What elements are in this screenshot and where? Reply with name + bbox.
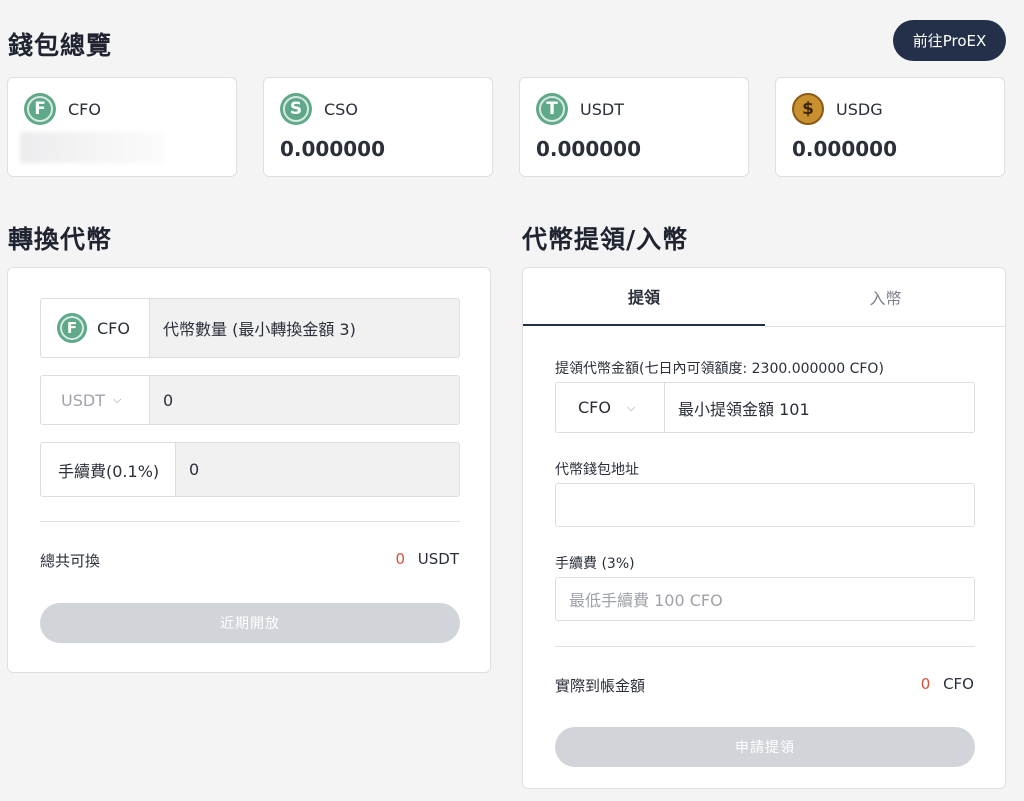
coin-balance-redacted [20, 132, 164, 163]
actual-unit: CFO [943, 675, 974, 693]
withdraw-fee-label: 手續費 (3%) [555, 556, 635, 572]
to-coin-label: USDT [61, 390, 105, 410]
cso-coin-icon: S [280, 93, 312, 125]
convert-panel: F CFO 代幣數量 (最小轉換金額 3) USDT ⌵ 0 手續費(0.1%)… [7, 267, 491, 673]
tab-withdraw[interactable]: 提領 [523, 268, 765, 326]
from-coin-label: CFO [97, 318, 130, 338]
fee-label: 手續費(0.1%) [41, 443, 176, 496]
withdraw-amount-input[interactable]: 最小提領金額 101 [665, 383, 974, 432]
tab-deposit[interactable]: 入幣 [765, 268, 1006, 326]
total-label: 總共可換 [40, 552, 101, 570]
convert-target-value: 0 [163, 390, 174, 410]
withdraw-panel: 提領 入幣 提領代幣金額(七日內可領額度: 2300.000000 CFO) C… [522, 267, 1006, 789]
withdraw-coin-select[interactable]: CFO ⌵ [556, 383, 665, 432]
chevron-down-icon: ⌵ [112, 393, 122, 406]
tab-divider [765, 326, 1006, 327]
from-coin: F CFO [41, 299, 150, 357]
convert-target-field: USDT ⌵ 0 [40, 375, 460, 425]
withdraw-title: 代幣提領/入幣 [522, 225, 689, 254]
convert-fee-value: 0 [189, 460, 200, 479]
usdg-coin-icon: $ [792, 93, 824, 125]
apply-withdraw-button[interactable]: 申請提領 [555, 727, 975, 767]
cfo-coin-icon: F [57, 313, 87, 343]
convert-amount-field: F CFO 代幣數量 (最小轉換金額 3) [40, 298, 460, 358]
convert-fee-field: 手續費(0.1%) 0 [40, 442, 460, 497]
cfo-coin-icon: F [24, 93, 56, 125]
withdraw-amount-field: CFO ⌵ 最小提領金額 101 [555, 382, 975, 433]
total-amount: 0 USDT [395, 550, 459, 568]
withdraw-amount-label: 提領代幣金額(七日內可領額度: 2300.000000 CFO) [555, 361, 884, 377]
wallet-title: 錢包總覽 [8, 31, 113, 60]
usdt-coin-icon: T [536, 93, 568, 125]
convert-amount-input[interactable]: 代幣數量 (最小轉換金額 3) [150, 299, 459, 357]
wallet-address-label: 代幣錢包地址 [555, 462, 639, 478]
divider [555, 646, 975, 647]
go-to-proex-button[interactable]: 前往ProEX [893, 20, 1006, 61]
coin-card-cso: S CSO 0.000000 [263, 77, 493, 177]
coin-name: USDG [836, 100, 883, 119]
to-coin-select[interactable]: USDT ⌵ [41, 376, 150, 424]
coin-balance: 0.000000 [536, 137, 642, 161]
actual-value: 0 [920, 675, 931, 693]
chevron-down-icon: ⌵ [626, 400, 636, 414]
divider [40, 521, 460, 522]
coin-balance: 0.000000 [280, 137, 386, 161]
coin-name: USDT [580, 100, 624, 119]
actual-amount-label: 實際到帳金額 [555, 677, 646, 695]
total-value: 0 [395, 550, 405, 568]
convert-title: 轉換代幣 [8, 225, 113, 254]
coin-balance: 0.000000 [792, 137, 898, 161]
coin-card-usdt: T USDT 0.000000 [519, 77, 749, 177]
coin-card-usdg: $ USDG 0.000000 [775, 77, 1005, 177]
coin-name: CSO [324, 100, 358, 119]
wallet-address-input[interactable] [555, 483, 975, 527]
total-unit: USDT [417, 550, 459, 568]
withdraw-coin-label: CFO [578, 398, 611, 417]
withdraw-fee-input[interactable]: 最低手續費 100 CFO [555, 577, 975, 621]
convert-button[interactable]: 近期開放 [40, 603, 460, 643]
actual-amount: 0 CFO [921, 675, 974, 693]
coin-card-cfo: F CFO [7, 77, 237, 177]
coin-name: CFO [68, 100, 101, 119]
